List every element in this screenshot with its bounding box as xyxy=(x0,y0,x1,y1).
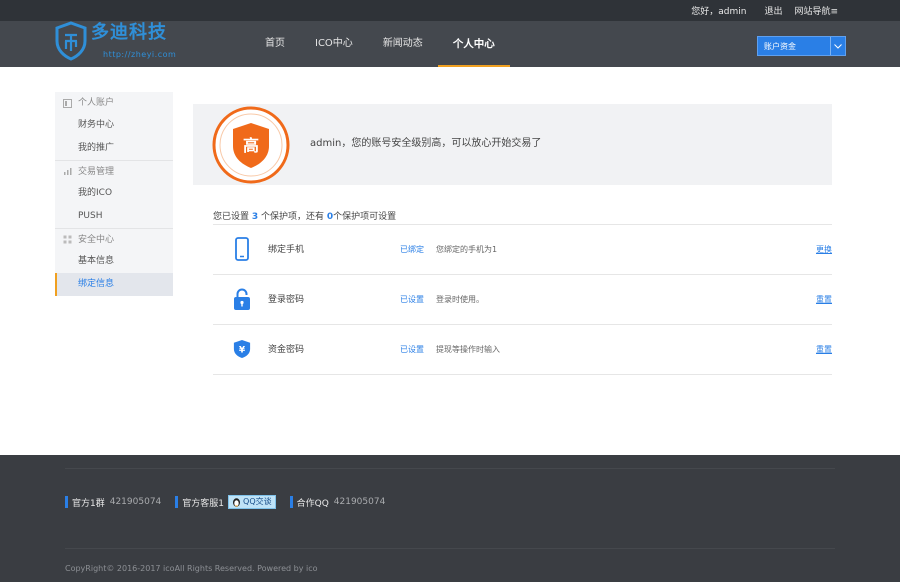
account-select[interactable]: 账户资金 xyxy=(757,36,846,56)
yen-shield-icon: ¥ xyxy=(233,337,251,361)
footer: 官方1群 421905074 官方客服1 QQ交谈 合作QQ 421905074… xyxy=(0,455,900,582)
footer-contacts: 官方1群 421905074 官方客服1 QQ交谈 合作QQ 421905074 xyxy=(65,495,399,509)
security-shield-badge-icon: 高 xyxy=(212,106,290,184)
contact-bar xyxy=(65,496,68,508)
protection-list: 绑定手机 已绑定 您绑定的手机为1 更换 登录密码 已设置 登录时使用。 重置 … xyxy=(213,224,832,375)
sidebar-item-my-ico[interactable]: 我的ICO xyxy=(55,182,173,205)
nav-item-home[interactable]: 首页 xyxy=(250,21,300,67)
sidebar-item-push[interactable]: PUSH xyxy=(55,205,173,228)
protection-name: 登录密码 xyxy=(268,295,305,305)
sidebar-group-label: 个人账户 xyxy=(78,98,115,108)
sidebar: 个人账户 财务中心 我的推广 交易管理 我的ICO PUSH 安全中心 基本信息… xyxy=(55,92,173,296)
qq-chat-label: QQ交谈 xyxy=(243,497,272,506)
contact-cooperation: 合作QQ 421905074 xyxy=(289,496,386,509)
protection-summary: 您已设置 3 个保护项，还有 0个保护项可设置 xyxy=(213,209,396,222)
contact-label: 官方1群 xyxy=(72,498,105,509)
contact-group-1: 官方1群 421905074 xyxy=(65,496,161,509)
qq-chat-button[interactable]: QQ交谈 xyxy=(228,495,276,509)
protection-row-login-password: 登录密码 已设置 登录时使用。 重置 xyxy=(213,275,832,325)
sidebar-item-promotion[interactable]: 我的推广 xyxy=(55,137,173,160)
protection-row-phone: 绑定手机 已绑定 您绑定的手机为1 更换 xyxy=(213,225,832,275)
sidebar-group-label: 安全中心 xyxy=(78,234,115,245)
grid-icon xyxy=(63,235,72,244)
summary-prefix: 您已设置 xyxy=(213,212,252,222)
main-nav: 首页 ICO中心 新闻动态 个人中心 xyxy=(250,21,510,67)
sidebar-group-account: 个人账户 xyxy=(55,92,173,114)
contact-label: 官方客服1 xyxy=(182,498,225,509)
security-message: admin，您的账号安全级别高，可以放心开始交易了 xyxy=(310,138,542,149)
contact-value: 421905074 xyxy=(109,497,162,507)
svg-text:¥: ¥ xyxy=(239,346,246,356)
penguin-icon xyxy=(233,498,241,507)
protection-status: 已设置 xyxy=(400,295,424,304)
site-nav-link[interactable]: 网站导航≡ xyxy=(794,4,838,17)
contact-service: 官方客服1 QQ交谈 xyxy=(175,495,276,509)
logo[interactable]: 多迪科技 http://zheyi.com xyxy=(55,21,195,67)
contact-value: 421905074 xyxy=(333,497,386,507)
shield-logo-icon xyxy=(55,21,87,61)
protection-desc: 您绑定的手机为1 xyxy=(436,245,498,254)
sidebar-group-security: 安全中心 xyxy=(55,228,173,250)
chevron-down-icon xyxy=(830,37,845,55)
summary-mid: 个保护项，还有 xyxy=(258,212,327,222)
logout-link[interactable]: 退出 xyxy=(764,4,782,17)
top-bar: 您好，admin 退出 网站导航≡ xyxy=(0,0,900,21)
sidebar-group-trade: 交易管理 xyxy=(55,160,173,182)
footer-divider xyxy=(65,468,835,469)
security-level-text: 高 xyxy=(243,136,259,155)
brand-name: 多迪科技 xyxy=(91,22,167,43)
summary-suffix: 个保护项可设置 xyxy=(333,212,397,222)
phone-icon xyxy=(233,237,251,261)
protection-name: 资金密码 xyxy=(268,345,305,355)
contact-bar xyxy=(175,496,179,508)
sidebar-item-basic-info[interactable]: 基本信息 xyxy=(55,250,173,273)
protection-desc: 登录时使用。 xyxy=(436,295,484,304)
contact-bar xyxy=(289,496,293,508)
sidebar-item-finance[interactable]: 财务中心 xyxy=(55,114,173,137)
nav-item-news[interactable]: 新闻动态 xyxy=(368,21,438,67)
user-greeting: 您好，admin xyxy=(691,7,747,17)
top-links: 您好，admin 退出 网站导航≡ xyxy=(691,0,838,21)
copyright: CopyRight© 2016-2017 icoAll Rights Reser… xyxy=(65,564,318,573)
protection-desc: 提现等操作时输入 xyxy=(436,345,500,354)
protection-row-fund-password: ¥ 资金密码 已设置 提现等操作时输入 重置 xyxy=(213,325,832,375)
account-select-value: 账户资金 xyxy=(764,42,796,51)
sidebar-item-binding-info[interactable]: 绑定信息 xyxy=(55,273,173,296)
protection-name: 绑定手机 xyxy=(268,245,305,255)
reset-login-password-link[interactable]: 重置 xyxy=(816,275,832,325)
sidebar-group-label: 交易管理 xyxy=(78,166,115,177)
protection-status: 已绑定 xyxy=(400,245,424,254)
nav-item-personal[interactable]: 个人中心 xyxy=(437,21,510,67)
nav-item-ico[interactable]: ICO中心 xyxy=(300,21,368,67)
protection-status: 已设置 xyxy=(400,345,424,354)
doc-icon xyxy=(63,98,72,108)
reset-fund-password-link[interactable]: 重置 xyxy=(816,325,832,375)
brand-url: http://zheyi.com xyxy=(103,50,177,59)
security-level-panel: 高 admin，您的账号安全级别高，可以放心开始交易了 xyxy=(193,104,832,185)
chart-icon xyxy=(64,168,72,175)
lock-icon xyxy=(233,287,251,311)
contact-label: 合作QQ xyxy=(296,498,329,509)
change-phone-link[interactable]: 更换 xyxy=(816,225,832,275)
footer-divider xyxy=(65,548,835,549)
header: 多迪科技 http://zheyi.com 首页 ICO中心 新闻动态 个人中心… xyxy=(0,21,900,67)
